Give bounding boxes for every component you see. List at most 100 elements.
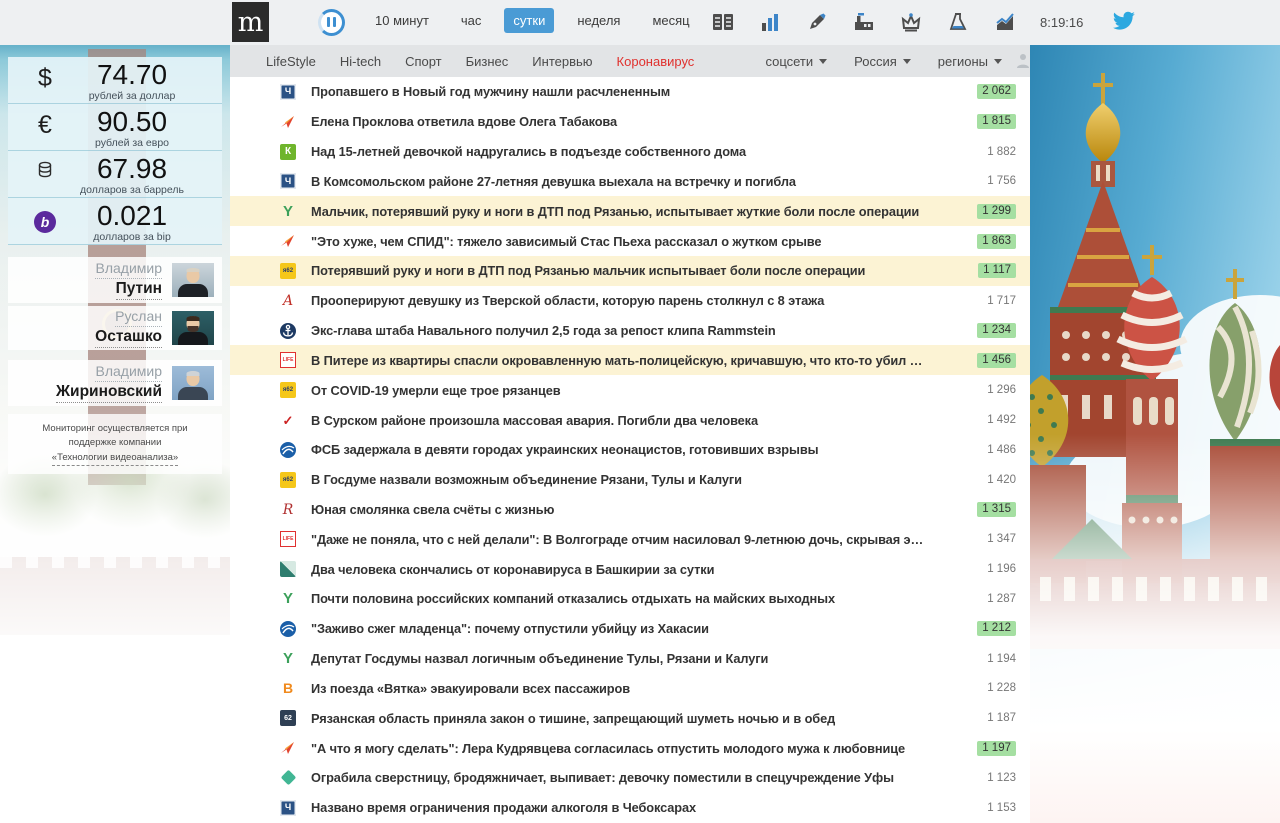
news-headline[interactable]: Потерявший руку и ноги в ДТП под Рязанью…	[311, 263, 960, 278]
news-headline[interactable]: "Заживо сжег младенца": почему отпустили…	[311, 621, 960, 636]
news-headline[interactable]: Экс-глава штаба Навального получил 2,5 г…	[311, 323, 960, 338]
news-headline[interactable]: Пропавшего в Новый год мужчину нашли рас…	[311, 84, 960, 99]
news-headline[interactable]: В Питере из квартиры спасли окровавленну…	[311, 353, 960, 368]
news-row[interactable]: "Это хуже, чем СПИД": тяжело зависимый С…	[230, 226, 1030, 256]
news-headline[interactable]: В Сурском районе произошла массовая авар…	[311, 413, 960, 428]
current-time: 8:19:16	[1040, 15, 1084, 30]
dropdown-Россия[interactable]: Россия	[854, 54, 911, 69]
news-row[interactable]: ✓ В Сурском районе произошла массовая ава…	[230, 405, 1030, 435]
news-row[interactable]: Ограбила сверстницу, бродяжничает, выпив…	[230, 763, 1030, 793]
news-source	[279, 739, 297, 757]
news-row[interactable]: A Прооперируют девушку из Тверской област…	[230, 286, 1030, 316]
news-headline[interactable]: Почти половина российских компаний отказ…	[311, 591, 960, 606]
view-count: 1 815	[960, 114, 1016, 130]
pause-button[interactable]	[318, 9, 345, 36]
bar-chart-icon[interactable]	[759, 11, 781, 33]
time-filter-10-минут[interactable]: 10 минут	[366, 8, 438, 33]
news-headline[interactable]: От COVID-19 умерли еще трое рязанцев	[311, 383, 960, 398]
news-row[interactable]: К Над 15-летней девочкой надругались в по…	[230, 137, 1030, 167]
category-Коронавирус[interactable]: Коронавирус	[617, 54, 695, 69]
news-headline[interactable]: Рязанская область приняла закон о тишине…	[311, 711, 960, 726]
source-icon	[280, 620, 296, 637]
dropdown-регионы[interactable]: регионы	[938, 54, 1002, 69]
news-row[interactable]: R Юная смолянка свела счёты с жизнью 1 315	[230, 495, 1030, 525]
person-first-name[interactable]: Руслан	[115, 308, 162, 327]
source-icon: Y	[282, 650, 293, 668]
news-headline[interactable]: В Комсомольском районе 27-летняя девушка…	[311, 174, 960, 189]
news-headline[interactable]: Из поезда «Вятка» эвакуировали всех пасс…	[311, 681, 960, 696]
source-icon: B	[282, 680, 294, 697]
trend-icon[interactable]	[994, 11, 1016, 33]
person-last-name[interactable]: Путин	[115, 279, 162, 300]
news-row[interactable]: "Заживо сжег младенца": почему отпустили…	[230, 614, 1030, 644]
category-items: LifeStyle Hi-tech Спорт Бизнес Интервью Корон…	[266, 54, 694, 69]
news-list: Ч Пропавшего в Новый год мужчину нашли ра…	[230, 77, 1030, 823]
news-row[interactable]: я62 От COVID-19 умерли еще трое рязанцев 1…	[230, 375, 1030, 405]
footer-sponsor-link[interactable]: «Технологии видеоанализа»	[51, 451, 179, 466]
person-first-name[interactable]: Владимир	[95, 260, 162, 279]
person-first-name[interactable]: Владимир	[95, 363, 162, 382]
person-card-Путин[interactable]: Владимир Путин	[8, 257, 222, 303]
news-headline[interactable]: "А что я могу сделать": Лера Кудрявцева …	[311, 741, 960, 756]
news-headline[interactable]: Два человека скончались от коронавируса …	[311, 562, 960, 577]
flask-icon[interactable]	[947, 11, 969, 33]
news-row[interactable]: Y Депутат Госдумы назвал логичным объедин…	[230, 644, 1030, 674]
twitter-icon[interactable]	[1110, 9, 1137, 33]
columns-icon[interactable]	[712, 11, 734, 33]
source-icon	[280, 740, 296, 756]
news-row[interactable]: Y Мальчик, потерявший руку и ноги в ДТП п…	[230, 196, 1030, 227]
time-filter-час[interactable]: час	[452, 8, 491, 33]
category-Бизнес[interactable]: Бизнес	[466, 54, 509, 69]
news-headline[interactable]: "Это хуже, чем СПИД": тяжело зависимый С…	[311, 234, 960, 249]
view-count: 1 196	[987, 563, 1016, 576]
category-Спорт[interactable]: Спорт	[405, 54, 442, 69]
news-headline[interactable]: Названо время ограничения продажи алкого…	[311, 800, 960, 815]
time-filter-сутки[interactable]: сутки	[504, 8, 555, 33]
person-card-Осташко[interactable]: Руслан Осташко	[8, 306, 222, 350]
news-row[interactable]: LIFE В Питере из квартиры спасли окровавл…	[230, 345, 1030, 376]
avatar	[172, 366, 214, 400]
person-names: Владимир Жириновский	[56, 363, 162, 403]
time-filter-неделя[interactable]: неделя	[568, 8, 629, 33]
dropdown-соцсети[interactable]: соцсети	[765, 53, 828, 69]
news-headline[interactable]: Елена Проклова ответила вдове Олега Таба…	[311, 114, 960, 129]
crown-icon[interactable]	[900, 11, 922, 33]
news-row[interactable]: LIFE "Даже не поняла, что с ней делали": …	[230, 524, 1030, 554]
view-count: 1 234	[960, 323, 1016, 339]
news-headline[interactable]: Юная смолянка свела счёты с жизнью	[311, 502, 960, 517]
source-icon	[280, 322, 296, 339]
news-headline[interactable]: "Даже не поняла, что с ней делали": В Во…	[311, 532, 960, 547]
news-row[interactable]: я62 В Госдуме назвали возможным объединен…	[230, 465, 1030, 495]
news-headline[interactable]: Прооперируют девушку из Тверской области…	[311, 293, 960, 308]
news-row[interactable]: Экс-глава штаба Навального получил 2,5 г…	[230, 316, 1030, 346]
news-headline[interactable]: Над 15-летней девочкой надругались в под…	[311, 144, 960, 159]
news-headline[interactable]: Ограбила сверстницу, бродяжничает, выпив…	[311, 770, 960, 785]
factory-icon[interactable]	[853, 11, 875, 33]
news-row[interactable]: ФСБ задержала в девяти городах украински…	[230, 435, 1030, 465]
user-icon[interactable]	[1016, 53, 1030, 69]
news-row[interactable]: Ч В Комсомольском районе 27-летняя девушк…	[230, 166, 1030, 196]
news-headline[interactable]: ФСБ задержала в девяти городах украински…	[311, 442, 960, 457]
person-card-Жириновский[interactable]: Владимир Жириновский	[8, 360, 222, 406]
dropdown-label: соцсети	[765, 53, 814, 69]
news-row[interactable]: Ч Пропавшего в Новый год мужчину нашли ра…	[230, 77, 1030, 107]
news-row[interactable]: 62 Рязанская область приняла закон о тиши…	[230, 703, 1030, 733]
pen-icon[interactable]	[806, 11, 828, 33]
mediametrics-logo[interactable]: m	[232, 2, 269, 42]
time-filter-месяц[interactable]: месяц	[643, 8, 698, 33]
person-last-name[interactable]: Жириновский	[56, 382, 162, 403]
news-row[interactable]: Ч Названо время ограничения продажи алког…	[230, 793, 1030, 823]
news-row[interactable]: Елена Проклова ответила вдове Олега Таба…	[230, 107, 1030, 137]
news-row[interactable]: Y Почти половина российских компаний отка…	[230, 584, 1030, 614]
news-headline[interactable]: Мальчик, потерявший руку и ноги в ДТП по…	[311, 204, 960, 219]
news-row[interactable]: Два человека скончались от коронавируса …	[230, 554, 1030, 584]
news-headline[interactable]: Депутат Госдумы назвал логичным объедине…	[311, 651, 960, 666]
news-row[interactable]: я62 Потерявший руку и ноги в ДТП под Ряза…	[230, 255, 1030, 286]
category-Интервью[interactable]: Интервью	[532, 54, 592, 69]
category-LifeStyle[interactable]: LifeStyle	[266, 54, 316, 69]
person-last-name[interactable]: Осташко	[95, 327, 162, 348]
news-headline[interactable]: В Госдуме назвали возможным объединение …	[311, 472, 960, 487]
news-row[interactable]: "А что я могу сделать": Лера Кудрявцева …	[230, 733, 1030, 763]
category-Hi-tech[interactable]: Hi-tech	[340, 54, 381, 69]
news-row[interactable]: B Из поезда «Вятка» эвакуировали всех пас…	[230, 674, 1030, 704]
